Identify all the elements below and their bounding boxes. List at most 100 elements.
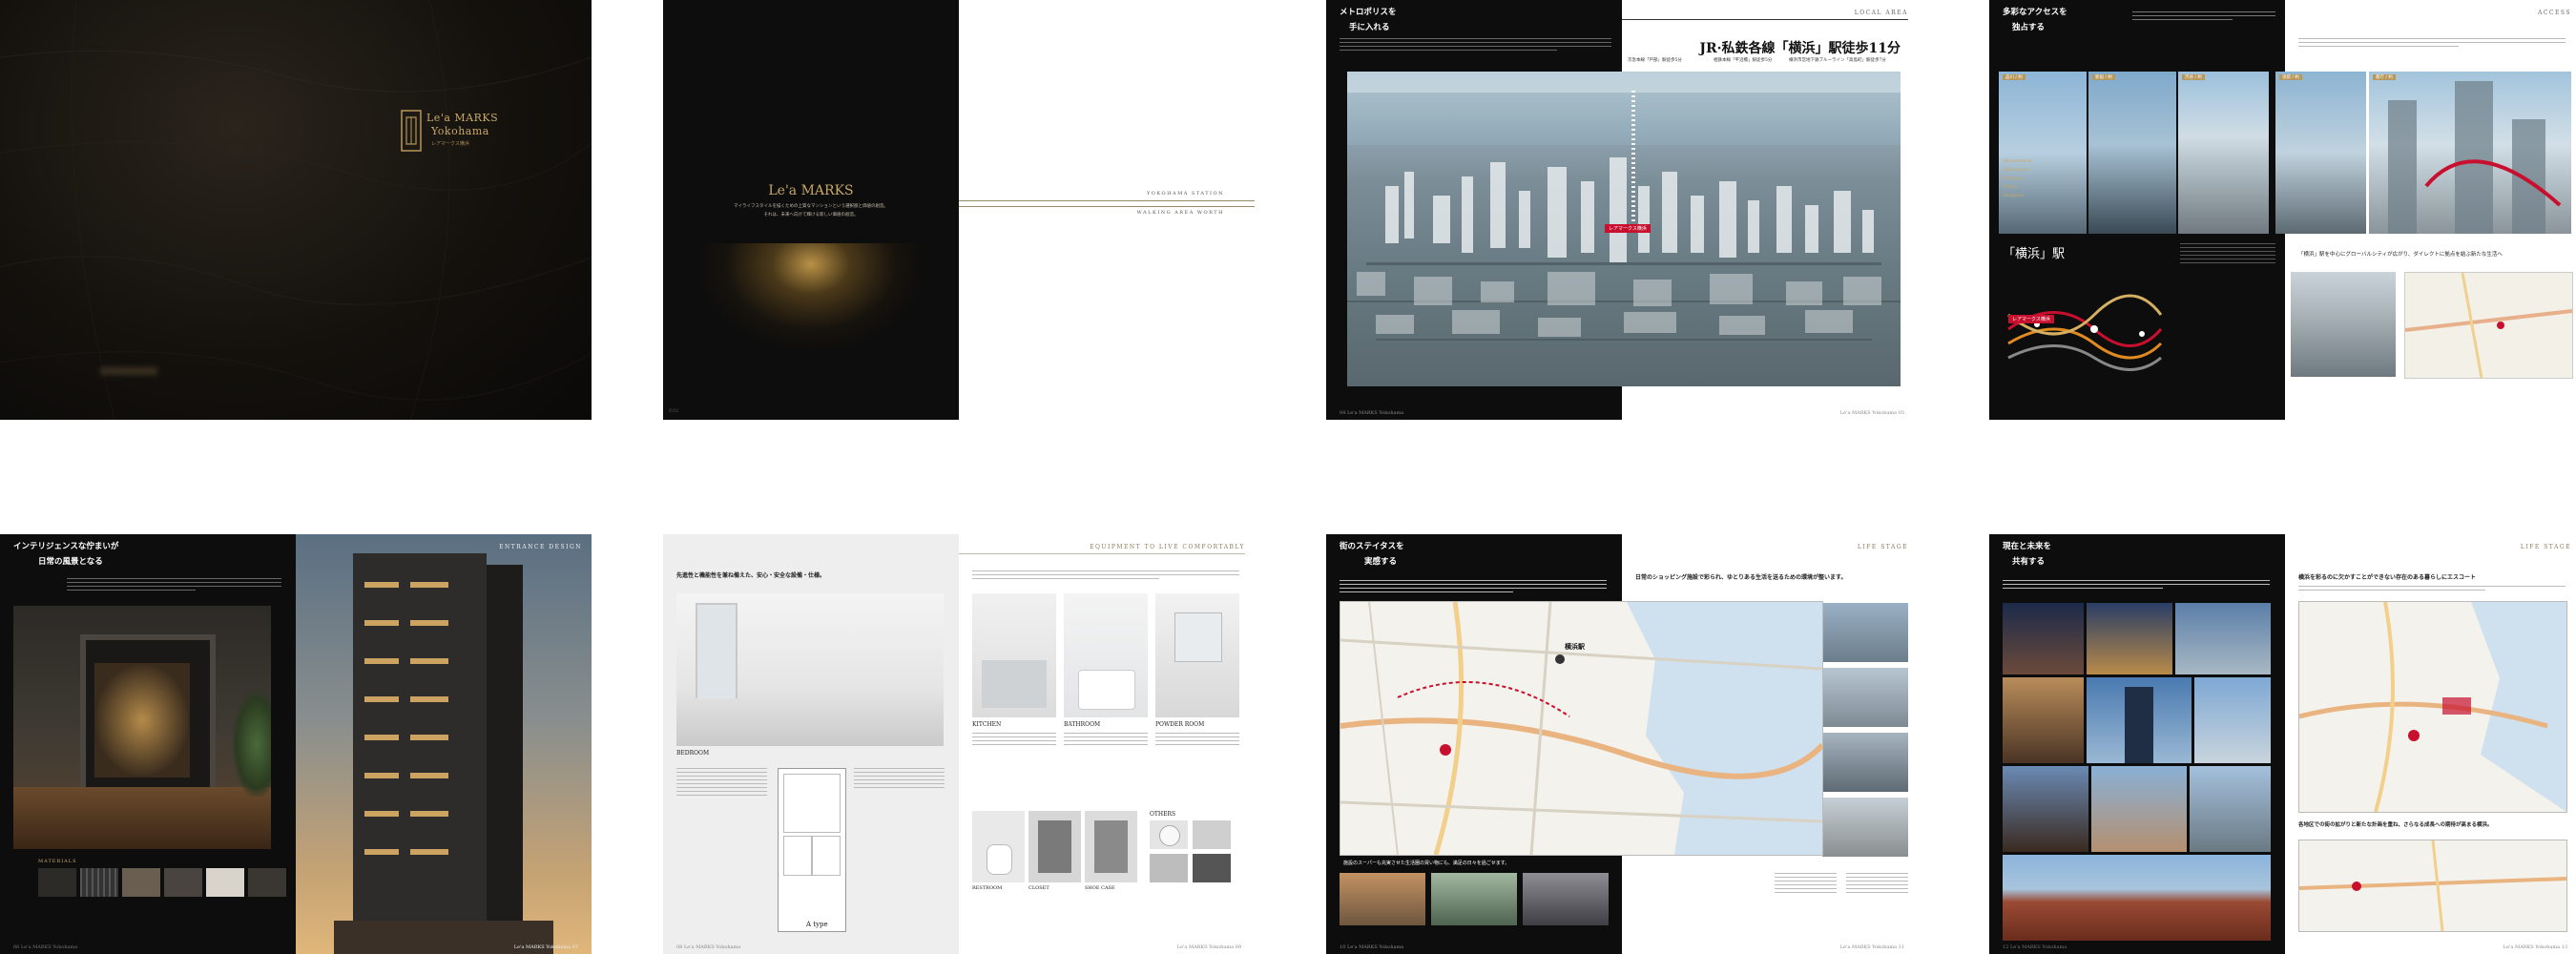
location-heading-1: メトロポリスを: [1340, 8, 1397, 17]
cover-front: Le'a MARKS Yokohama レアマークス横浜: [0, 0, 592, 420]
lifestage-footer-right: Le'a MARKS Yokohama 11: [1839, 944, 1904, 950]
lifestage-footer-left: 10 Le'a MARKS Yokohama: [1340, 944, 1404, 950]
night-photo-1: [2003, 603, 2084, 674]
material-swatch-3: [122, 868, 160, 897]
location-tag-rule: [1622, 19, 1908, 20]
others-photo-4: [1193, 854, 1231, 882]
caption-rule-top: [959, 200, 1255, 201]
location-body-text: [1340, 38, 1611, 53]
access-photo-3: [2178, 72, 2269, 234]
future-footer-left: 12 Le'a MARKS Yokohama: [2003, 944, 2067, 950]
bathroom-notes: [1064, 733, 1148, 748]
material-swatch-4: [164, 868, 202, 897]
concept-caption-2: WALKING AREA WORTH: [1136, 210, 1224, 216]
access-photo-4: [2275, 72, 2366, 234]
kitchen-notes: [972, 733, 1056, 748]
future-footer-right: Le'a MARKS Yokohama 13: [2503, 944, 2567, 950]
location-footer-right: Le'a MARKS Yokohama 05: [1839, 410, 1904, 416]
equipment-rule: [959, 553, 1245, 554]
shop-list-2: [1846, 873, 1908, 896]
destination-1: Minatomirai: [2003, 158, 2033, 164]
concept-left-page: Le'a MARKS マイライフスタイルを描くための上質なマンションという選択肢…: [663, 0, 959, 420]
day-photo-4: [2003, 766, 2088, 852]
bathroom-label: BATHROOM: [1064, 721, 1101, 728]
future-heading-2: 共有する: [2012, 557, 2046, 567]
building-windows: [334, 582, 553, 954]
day-photo-2: [2087, 677, 2192, 763]
brand-city: Yokohama: [431, 125, 489, 137]
kitchen-photo: [972, 593, 1056, 717]
shop-photo-3: [1822, 733, 1908, 792]
day-photo-6: [2190, 766, 2271, 852]
access-right-intro: [2298, 38, 2566, 50]
design-heading-2: 日常の風景となる: [38, 557, 103, 567]
material-swatch-2: [80, 868, 118, 897]
location-sub-3: 横浜市営地下鉄ブルーライン「高島町」駅徒歩7分: [1789, 58, 1886, 63]
bedroom-floor: [676, 698, 944, 746]
future-heading-1: 現在と未来を: [2003, 542, 2052, 551]
spread-equipment: 先進性と機能性を兼ね備えた、安心・安全な設備・仕様。 BEDROOM A typ…: [663, 534, 1255, 954]
location-footer-left: 04 Le'a MARKS Yokohama: [1340, 410, 1404, 416]
market-photo-1: [1340, 873, 1425, 925]
brand-logo-mark: [401, 110, 422, 152]
kitchen-label: KITCHEN: [972, 721, 1002, 728]
design-body: [67, 578, 281, 593]
closet-photo: [1028, 811, 1081, 882]
destination-3: Shibuya: [2003, 176, 2023, 181]
area-map: 横浜駅: [1340, 601, 1823, 856]
location-heading-2: 手に入れる: [1349, 23, 1390, 32]
location-headline: JR·私鉄各線「横浜」駅徒歩11分: [1699, 41, 1901, 56]
equipment-left-page: 先進性と機能性を兼ね備えた、安心・安全な設備・仕様。 BEDROOM A typ…: [663, 534, 959, 954]
photo-label-1: 品川 / 約: [2003, 74, 2025, 80]
photo-label-4: 池袋 / 約: [2279, 74, 2302, 80]
equipment-footer-left: 08 Le'a MARKS Yokohama: [676, 944, 741, 950]
material-swatch-6: [248, 868, 286, 897]
future-right-body: [2298, 586, 2566, 593]
equipment-tag: EQUIPMENT TO LIVE COMFORTABLY: [1090, 544, 1245, 550]
concept-text-2: それは、未来へ向けて輝ける新しい価値の創造。: [763, 213, 859, 218]
leather-texture: [0, 0, 592, 420]
concept-pageno: P.02: [669, 408, 679, 414]
plan-type-label: A type: [806, 921, 828, 928]
floor-plan: [778, 768, 846, 932]
equipment-right-intro: [972, 570, 1239, 582]
access-heading-2: 独占する: [2012, 23, 2046, 32]
others-photo-3: [1150, 854, 1188, 882]
powder-notes: [1155, 733, 1239, 748]
photo-label-3: 渋谷 / 約: [2182, 74, 2205, 80]
market-photo-3: [1523, 873, 1609, 925]
future-left-page: 現在と未来を 共有する: [1989, 534, 2285, 954]
entrance-plant: [233, 692, 271, 797]
design-right-page: ENTRANCE DESIGN: [296, 534, 592, 954]
map-title: 「横浜」駅を中心にグローバルシティが広がり、ダイレクトに拠点を結ぶ新たな生活へ: [2298, 252, 2503, 258]
powder-room-photo: [1155, 593, 1239, 717]
access-tag: ACCESS: [2537, 10, 2571, 16]
others-photo-1: [1150, 820, 1188, 849]
access-photo-2: [2088, 72, 2176, 234]
material-swatch-1: [38, 868, 76, 897]
shop-photo-2: [1822, 668, 1908, 727]
day-photo-5: [2091, 766, 2187, 852]
concept-text-1: マイライフスタイルを描くための上質なマンションという選択肢と価値の創造。: [734, 204, 888, 209]
access-times: [2180, 243, 2275, 266]
equipment-intro: 先進性と機能性を兼ね備えた、安心・安全な設備・仕様。: [676, 572, 826, 579]
access-photo-1: [1999, 72, 2087, 234]
equipment-left-notes: [676, 768, 767, 798]
bedroom-window: [696, 603, 737, 702]
night-photo-3: [2175, 603, 2271, 674]
caption-rule-bottom: [959, 206, 1255, 207]
lifestage-heading-2: 実感する: [1364, 557, 1398, 567]
shop-photo-1: [1822, 603, 1908, 662]
closet-label: CLOSET: [1028, 885, 1049, 891]
concept-right-page: YOKOHAMA STATION WALKING AREA WORTH: [959, 0, 1255, 420]
cover-blur-mark: [100, 367, 157, 375]
day-photo-3: [2194, 677, 2271, 763]
lifestage-heading-1: 街のステイタスを: [1340, 542, 1404, 551]
future-map: [2298, 601, 2567, 813]
station-label: 「横浜」駅: [2003, 247, 2066, 261]
red-brick-photo: [2003, 855, 2271, 941]
destination-5: Shinjuku: [2003, 193, 2025, 198]
route-marker: レアマークス横浜: [2008, 315, 2054, 323]
bedroom-photo: [676, 593, 944, 746]
location-sub-2: 相鉄本線「平沼橋」駅徒歩5分: [1714, 58, 1773, 63]
